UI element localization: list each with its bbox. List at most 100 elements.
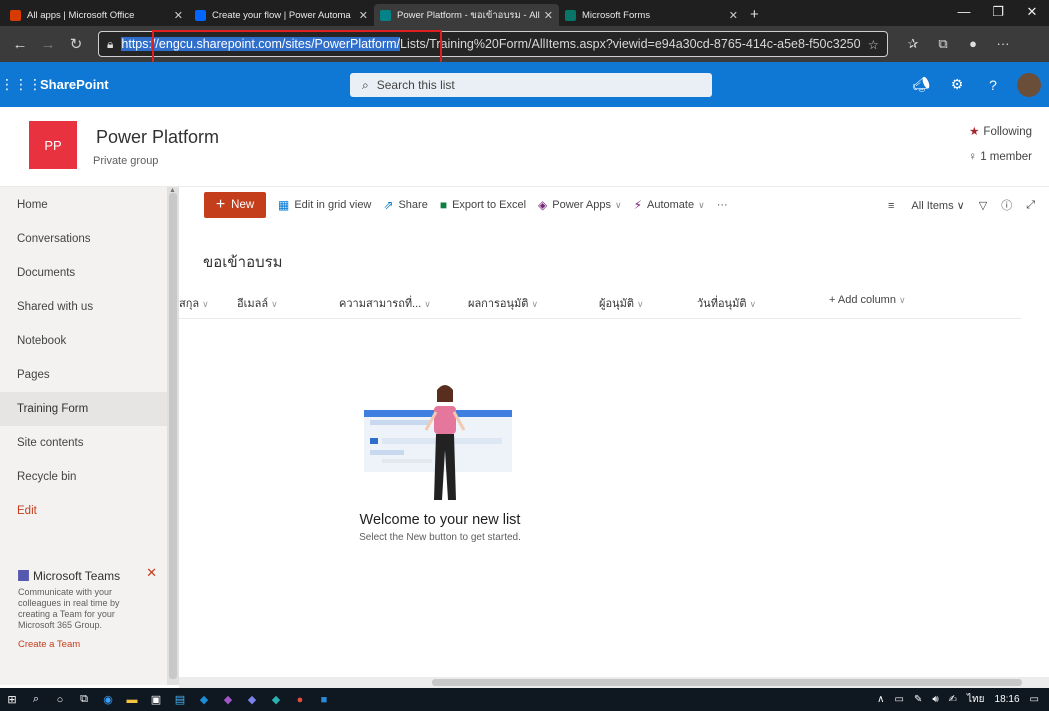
automate-button[interactable]: ⚡︎ Automate ∨ — [634, 198, 705, 212]
more-commands-button[interactable]: ··· — [717, 199, 728, 211]
site-logo[interactable]: PP — [29, 121, 77, 169]
person-icon: ♀ — [968, 151, 978, 163]
onenote-icon[interactable]: ◆ — [216, 688, 240, 711]
refresh-icon[interactable]: ↻ — [62, 35, 90, 53]
suite-actions: 📣︎ ⚙ ? — [903, 62, 1049, 107]
scrollbar-thumb[interactable] — [169, 193, 177, 679]
teams-card-title: ⬛︎ Microsoft Teams — [18, 569, 149, 583]
file-explorer-icon[interactable]: ▬ — [120, 688, 144, 711]
nav-item-training-form[interactable]: Training Form — [0, 392, 167, 426]
window-controls: — ❐ ✕ — [947, 0, 1049, 26]
favorites-icon[interactable]: ✰ — [898, 36, 928, 52]
browser-tab[interactable]: All apps | Microsoft Office ✕ — [4, 4, 189, 26]
new-button[interactable]: + New — [204, 192, 266, 218]
scrollbar-thumb[interactable] — [432, 679, 1022, 686]
profile-icon[interactable]: ● — [958, 36, 988, 52]
help-icon[interactable]: ? — [975, 77, 1011, 93]
outlook-icon[interactable]: ◆ — [192, 688, 216, 711]
power-apps-button[interactable]: ◈ Power Apps ∨ — [538, 198, 622, 212]
maximize-icon[interactable]: ❐ — [981, 0, 1015, 26]
settings-gear-icon[interactable]: ⚙ — [939, 76, 975, 93]
avatar[interactable] — [1017, 72, 1041, 97]
site-title[interactable]: Power Platform — [96, 127, 219, 148]
column-header[interactable]: ผลการอนุมัติ ∨ — [468, 294, 538, 312]
sharepoint-brand[interactable]: SharePoint — [40, 77, 109, 92]
new-tab-button[interactable]: + — [744, 6, 769, 26]
forward-icon[interactable]: → — [34, 36, 62, 53]
search-icon[interactable]: ⌕ — [24, 688, 48, 711]
nav-item-edit[interactable]: Edit — [0, 494, 167, 528]
task-view-icon[interactable]: ⧉ — [72, 688, 96, 711]
column-header[interactable]: สกุล ∨ — [179, 294, 209, 312]
edge-icon[interactable]: ◉ — [96, 688, 120, 711]
teams-icon[interactable]: ◆ — [240, 688, 264, 711]
edit-grid-button[interactable]: ▦ Edit in grid view — [278, 198, 371, 212]
column-header[interactable]: อีเมลล์ ∨ — [237, 294, 278, 312]
column-label: ผลการอนุมัติ — [468, 298, 529, 310]
chevron-up-icon[interactable]: ∧ — [877, 694, 884, 705]
header-divider — [179, 318, 1021, 319]
view-switcher[interactable]: ≡ All Items ∨ — [874, 199, 965, 212]
notification-icon[interactable]: ▭ — [1030, 694, 1039, 705]
browser-tab[interactable]: Microsoft Forms ✕ — [559, 4, 744, 26]
cortana-icon[interactable]: ○ — [48, 688, 72, 711]
close-window-icon[interactable]: ✕ — [1015, 0, 1049, 26]
filter-icon[interactable]: ▽ — [979, 199, 987, 212]
nav-item-pages[interactable]: Pages — [0, 358, 167, 392]
app-icon[interactable]: ■ — [312, 688, 336, 711]
column-header[interactable]: ผู้อนุมัติ ∨ — [599, 294, 644, 312]
app-icon[interactable]: ▤ — [168, 688, 192, 711]
export-excel-button[interactable]: ■ Export to Excel — [440, 198, 526, 212]
nav-scrollbar[interactable]: ▲ — [167, 187, 179, 685]
pen-icon[interactable]: ✎ — [914, 694, 922, 705]
horizontal-scrollbar[interactable] — [179, 677, 1049, 688]
ink-icon[interactable]: ✍︎ — [949, 694, 957, 705]
nav-item-shared-with-us[interactable]: Shared with us — [0, 290, 167, 324]
create-team-link[interactable]: Create a Team — [18, 639, 149, 650]
nav-item-recycle-bin[interactable]: Recycle bin — [0, 460, 167, 494]
url-input[interactable]: 🔒︎ https://engcu.sharepoint.com/sites/Po… — [98, 31, 888, 57]
nav-item-notebook[interactable]: Notebook — [0, 324, 167, 358]
sharepoint-icon[interactable]: ◆ — [264, 688, 288, 711]
column-header[interactable]: ความสามารถที่... ∨ — [339, 294, 431, 312]
export-label: Export to Excel — [452, 199, 527, 211]
nav-item-site-contents[interactable]: Site contents — [0, 426, 167, 460]
close-icon[interactable]: ✕ — [146, 565, 157, 581]
expand-icon[interactable]: ⤢ — [1026, 199, 1035, 212]
following-button[interactable]: ★ Following — [969, 124, 1032, 138]
chevron-down-icon: ∨ — [898, 295, 906, 305]
browser-tab[interactable]: Create your flow | Power Automa ✕ — [189, 4, 374, 26]
tab-title: Microsoft Forms — [582, 9, 651, 21]
close-tab-icon[interactable]: ✕ — [544, 9, 553, 22]
info-icon[interactable]: ⓘ — [1001, 197, 1012, 213]
members-button[interactable]: ♀ 1 member — [968, 151, 1032, 163]
chevron-down-icon: ∨ — [531, 299, 539, 309]
app-launcher-icon[interactable]: ⋮⋮⋮ — [0, 76, 42, 93]
column-header[interactable]: วันที่อนุมัติ ∨ — [697, 294, 756, 312]
nav-item-conversations[interactable]: Conversations — [0, 222, 167, 256]
windows-start-icon[interactable]: ⊞ — [0, 688, 24, 711]
close-tab-icon[interactable]: ✕ — [359, 9, 368, 22]
chevron-down-icon: ∨ — [698, 199, 705, 210]
view-label: All Items — [911, 199, 954, 212]
more-icon[interactable]: ··· — [988, 36, 1018, 52]
volume-icon[interactable]: 🔊︎ — [932, 694, 938, 705]
close-tab-icon[interactable]: ✕ — [729, 9, 738, 22]
app-icon[interactable]: ● — [288, 688, 312, 711]
add-column-button[interactable]: + Add column ∨ — [829, 294, 906, 312]
browser-tab-active[interactable]: Power Platform - ขอเข้าอบรม - All ✕ — [374, 4, 559, 26]
favorite-star-icon[interactable]: ☆ — [868, 37, 879, 52]
nav-item-documents[interactable]: Documents — [0, 256, 167, 290]
store-icon[interactable]: ▣ — [144, 688, 168, 711]
close-tab-icon[interactable]: ✕ — [174, 9, 183, 22]
minimize-icon[interactable]: — — [947, 0, 981, 26]
search-input[interactable]: ⌕ Search this list — [350, 73, 712, 97]
clock[interactable]: 18:16 — [995, 694, 1020, 705]
nav-item-home[interactable]: Home — [0, 188, 167, 222]
back-icon[interactable]: ← — [6, 36, 34, 53]
network-icon[interactable]: ▭ — [894, 694, 903, 705]
collections-icon[interactable]: ⧉ — [928, 36, 958, 52]
megaphone-icon[interactable]: 📣︎ — [903, 76, 939, 93]
language-indicator[interactable]: ไทย — [967, 692, 984, 707]
share-button[interactable]: ⇗ Share — [383, 198, 427, 212]
